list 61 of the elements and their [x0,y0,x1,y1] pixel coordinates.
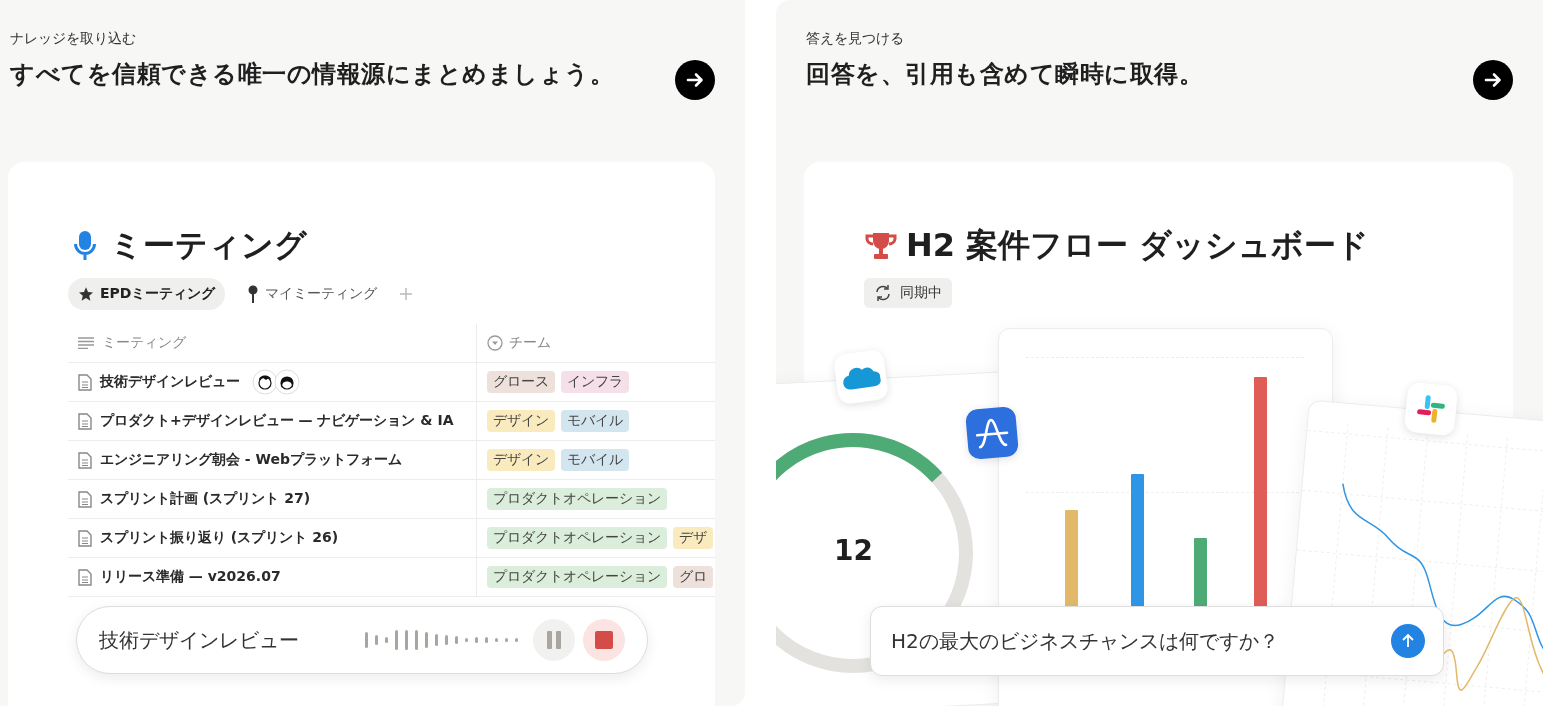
view-tab[interactable]: マイミーティング [237,278,388,310]
team-tag: デザ [673,527,713,549]
microphone-icon [74,230,96,262]
meeting-row[interactable]: スプリント振り返り (スプリント 26) [68,519,476,557]
avatar-icon [274,369,300,395]
sync-icon [874,284,892,302]
document-icon [78,568,92,586]
page-title: ミーティング [110,225,307,266]
meeting-title[interactable]: 技術デザインレビュー [100,373,240,391]
meeting-row[interactable]: 技術デザインレビュー [68,363,476,401]
meeting-row[interactable]: リリース準備 — v2026.07 [68,558,476,596]
team-tag: グロース [487,371,555,393]
team-tag: インフラ [561,371,629,393]
arrow-button[interactable] [675,60,715,100]
team-tag: プロダクトオペレーション [487,527,667,549]
recording-title: 技術デザインレビュー [99,626,300,654]
send-button[interactable] [1391,624,1425,658]
team-tag: グロ [673,566,713,588]
meeting-title[interactable]: リリース準備 — v2026.07 [100,568,281,586]
meeting-title[interactable]: エンジニアリング朝会 - Webプラットフォーム [100,451,403,469]
gauge-value: 12 [834,534,873,567]
team-tag: プロダクトオペレーション [487,566,667,588]
section-eyebrow: ナレッジを取り込む [10,30,137,48]
column-header: ミーティング [102,334,186,352]
text-property-icon [78,337,94,349]
document-icon [78,412,92,430]
meeting-title[interactable]: スプリント計画 (スプリント 27) [100,490,311,508]
meeting-row[interactable]: プロダクト+デザインレビュー — ナビゲーション & IA [68,402,476,440]
meeting-row[interactable]: エンジニアリング朝会 - Webプラットフォーム [68,441,476,479]
pause-icon [546,631,562,649]
meeting-title[interactable]: スプリント振り返り (スプリント 26) [100,529,339,547]
column-header: チーム [509,334,551,352]
document-icon [78,451,92,469]
dashboard-title: H2 案件フロー ダッシュボード [906,225,1370,266]
avatar-icon [252,369,278,395]
trophy-icon [864,231,898,261]
team-tag: プロダクトオペレーション [487,488,667,510]
view-tab[interactable]: EPDミーティング [68,278,226,310]
sync-badge: 同期中 [864,278,952,308]
team-tag: デザイン [487,410,555,432]
arrow-button[interactable] [1473,60,1513,100]
document-icon [78,373,92,391]
select-property-icon [487,335,503,351]
stop-icon [595,631,613,649]
team-tag: モバイル [561,449,629,471]
section-headline: すべてを信頼できる唯一の情報源にまとめましょう。 [10,59,614,90]
team-tag: デザイン [487,449,555,471]
document-icon [78,490,92,508]
pause-button[interactable] [533,619,575,661]
meeting-row[interactable]: スプリント計画 (スプリント 27) [68,480,476,518]
section-eyebrow: 答えを見つける [806,30,905,48]
meeting-title[interactable]: プロダクト+デザインレビュー — ナビゲーション & IA [100,412,454,430]
stop-button[interactable] [583,619,625,661]
star-icon [78,286,94,302]
section-headline: 回答を、引用も含めて瞬時に取得。 [806,59,1203,90]
team-tag: モバイル [561,410,629,432]
arrow-up-icon [1400,633,1416,649]
document-icon [78,529,92,547]
pin-icon [247,285,260,303]
arrow-right-icon [1483,70,1503,90]
arrow-right-icon [685,70,705,90]
